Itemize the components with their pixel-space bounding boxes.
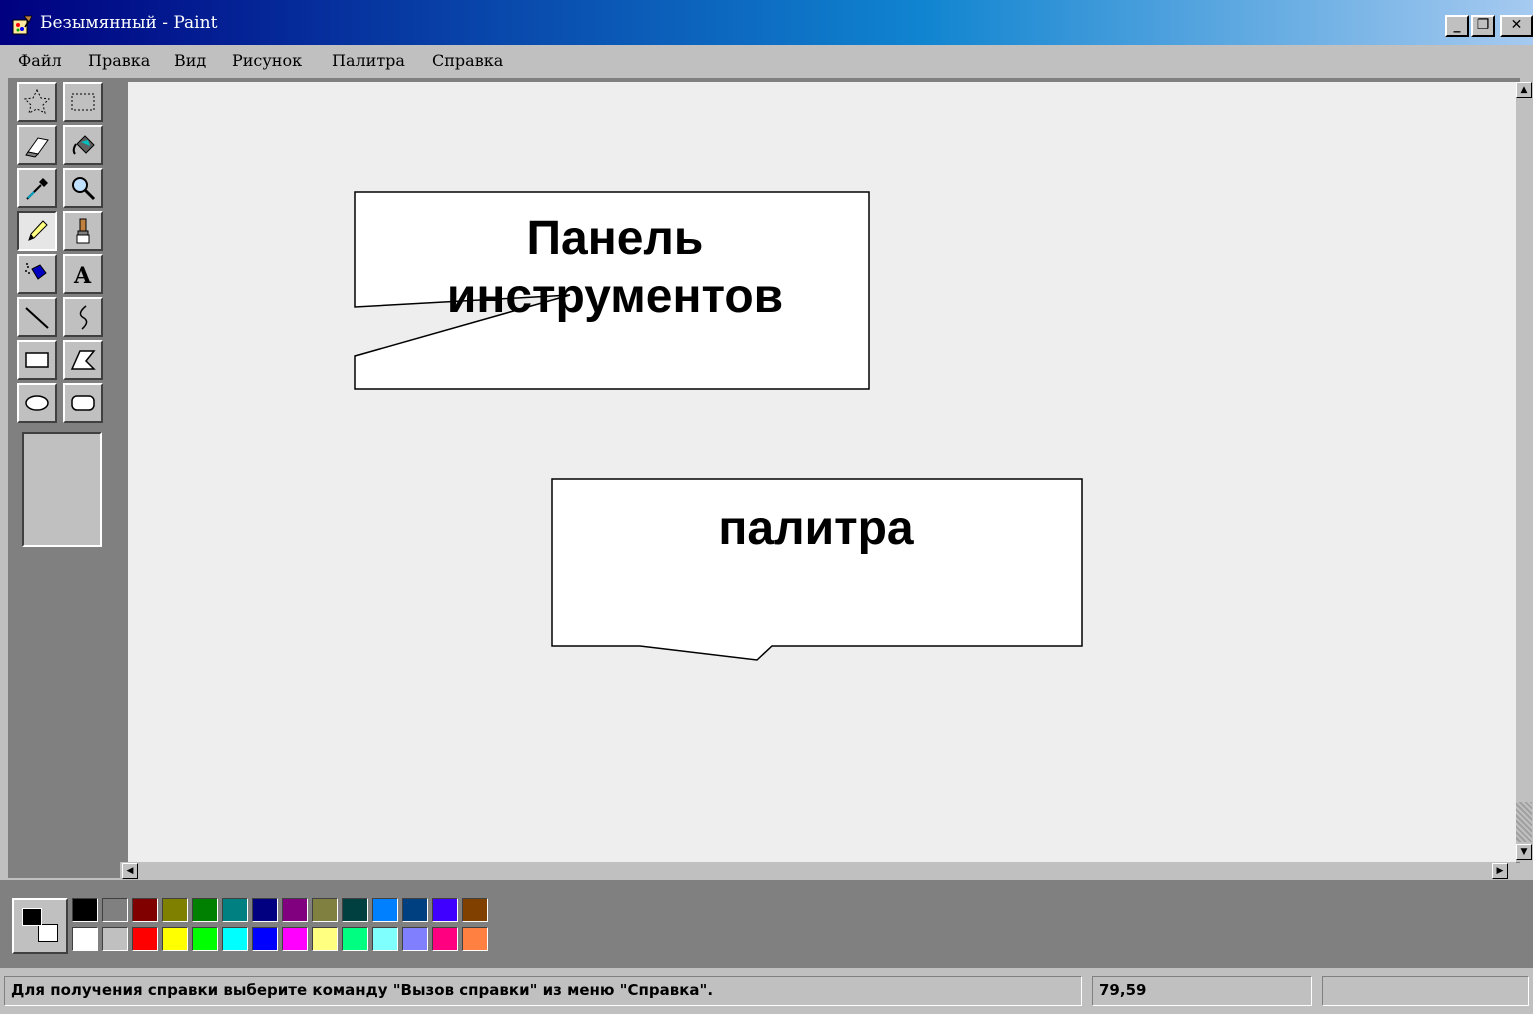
eraser-tool[interactable] bbox=[17, 125, 57, 165]
menu-view[interactable]: Вид bbox=[174, 51, 206, 70]
rect-select-icon bbox=[71, 93, 95, 111]
scroll-up-button[interactable]: ▲ bbox=[1516, 82, 1532, 98]
palette-swatches bbox=[72, 898, 502, 954]
airbrush-icon bbox=[25, 263, 47, 280]
palette-swatch[interactable] bbox=[462, 927, 488, 951]
menu-palette[interactable]: Палитра bbox=[332, 51, 405, 70]
magnifier-tool[interactable] bbox=[63, 168, 103, 208]
palette-swatch[interactable] bbox=[312, 898, 338, 922]
palette-swatch[interactable] bbox=[282, 927, 308, 951]
curve-tool[interactable] bbox=[63, 297, 103, 337]
palette-swatch[interactable] bbox=[222, 898, 248, 922]
palette-swatch[interactable] bbox=[72, 898, 98, 922]
palette-swatch[interactable] bbox=[252, 927, 278, 951]
foreground-color-swatch bbox=[22, 908, 42, 926]
scroll-right-button[interactable]: ▶ bbox=[1492, 863, 1508, 879]
brush-tool[interactable] bbox=[63, 211, 103, 251]
scroll-down-button[interactable]: ▼ bbox=[1516, 844, 1532, 860]
palette-callout-text: палитра bbox=[718, 502, 914, 555]
line-icon bbox=[25, 307, 49, 329]
palette-swatch[interactable] bbox=[402, 927, 428, 951]
palette-swatch[interactable] bbox=[102, 898, 128, 922]
free-select-tool[interactable] bbox=[17, 82, 57, 122]
rectangle-icon bbox=[25, 352, 49, 368]
rounded-rect-tool[interactable] bbox=[63, 383, 103, 423]
text-tool[interactable]: A bbox=[63, 254, 103, 294]
menu-image[interactable]: Рисунок bbox=[232, 51, 302, 70]
free-select-icon bbox=[23, 88, 51, 114]
palette-swatch[interactable] bbox=[282, 898, 308, 922]
title-bar[interactable]: Безымянный - Paint _ ❐ ✕ bbox=[0, 0, 1533, 45]
ellipse-tool[interactable] bbox=[17, 383, 57, 423]
rounded-rect-icon bbox=[71, 395, 95, 411]
current-colors[interactable] bbox=[12, 898, 68, 954]
fill-tool[interactable] bbox=[63, 125, 103, 165]
palette-swatch[interactable] bbox=[432, 898, 458, 922]
close-button[interactable]: ✕ bbox=[1500, 15, 1533, 37]
scroll-track[interactable] bbox=[1516, 802, 1532, 842]
toolbox-callout-text: Панель инструментов bbox=[446, 212, 784, 323]
palette-swatch[interactable] bbox=[192, 898, 218, 922]
horizontal-scrollbar[interactable]: ◀ ▶ bbox=[120, 862, 1516, 880]
rectangle-tool[interactable] bbox=[17, 340, 57, 380]
line-tool[interactable] bbox=[17, 297, 57, 337]
eyedropper-icon bbox=[26, 178, 48, 200]
curve-icon bbox=[79, 305, 88, 330]
paint-icon[interactable] bbox=[12, 14, 34, 36]
pencil-tool[interactable] bbox=[17, 211, 57, 251]
palette-swatch[interactable] bbox=[222, 927, 248, 951]
svg-text:A: A bbox=[73, 263, 92, 289]
status-bar: Для получения справки выберите команду "… bbox=[0, 968, 1533, 1014]
pencil-icon bbox=[28, 220, 48, 241]
palette-swatch[interactable] bbox=[402, 898, 428, 922]
magnifier-icon bbox=[72, 177, 96, 201]
maximize-button[interactable]: ❐ bbox=[1471, 15, 1495, 37]
palette-swatch[interactable] bbox=[342, 898, 368, 922]
airbrush-tool[interactable] bbox=[17, 254, 57, 294]
rect-select-tool[interactable] bbox=[63, 82, 103, 122]
palette-swatch[interactable] bbox=[462, 898, 488, 922]
window-title: Безымянный - Paint bbox=[40, 13, 218, 33]
menu-bar: Файл Правка Вид Рисунок Палитра Справка bbox=[0, 45, 1533, 77]
tool-options-box[interactable] bbox=[22, 432, 102, 547]
palette-swatch[interactable] bbox=[372, 927, 398, 951]
palette-swatch[interactable] bbox=[342, 927, 368, 951]
palette-swatch[interactable] bbox=[72, 927, 98, 951]
palette-swatch[interactable] bbox=[252, 898, 278, 922]
palette-swatch[interactable] bbox=[312, 927, 338, 951]
palette-swatch[interactable] bbox=[102, 927, 128, 951]
polygon-tool[interactable] bbox=[63, 340, 103, 380]
palette-swatch[interactable] bbox=[432, 927, 458, 951]
polygon-icon bbox=[70, 350, 96, 370]
menu-help[interactable]: Справка bbox=[432, 51, 503, 70]
background-color-swatch bbox=[38, 924, 58, 942]
palette-swatch[interactable] bbox=[132, 898, 158, 922]
menu-edit[interactable]: Правка bbox=[88, 51, 150, 70]
palette-swatch[interactable] bbox=[192, 927, 218, 951]
eyedropper-tool[interactable] bbox=[17, 168, 57, 208]
status-help-text: Для получения справки выберите команду "… bbox=[4, 976, 1082, 1006]
palette-swatch[interactable] bbox=[162, 927, 188, 951]
status-size bbox=[1322, 976, 1529, 1006]
palette-swatch[interactable] bbox=[162, 898, 188, 922]
scroll-left-button[interactable]: ◀ bbox=[122, 863, 138, 879]
menu-file[interactable]: Файл bbox=[18, 51, 62, 70]
minimize-button[interactable]: _ bbox=[1445, 15, 1469, 37]
eraser-icon bbox=[25, 137, 49, 158]
palette-swatch[interactable] bbox=[132, 927, 158, 951]
ellipse-icon bbox=[25, 395, 49, 411]
vertical-scrollbar[interactable]: ▲ ▼ bbox=[1516, 82, 1533, 862]
brush-icon bbox=[76, 218, 90, 244]
text-icon: A bbox=[73, 263, 92, 289]
status-coordinates: 79,59 bbox=[1092, 976, 1312, 1006]
palette-swatch[interactable] bbox=[372, 898, 398, 922]
fill-bucket-icon bbox=[72, 135, 95, 155]
